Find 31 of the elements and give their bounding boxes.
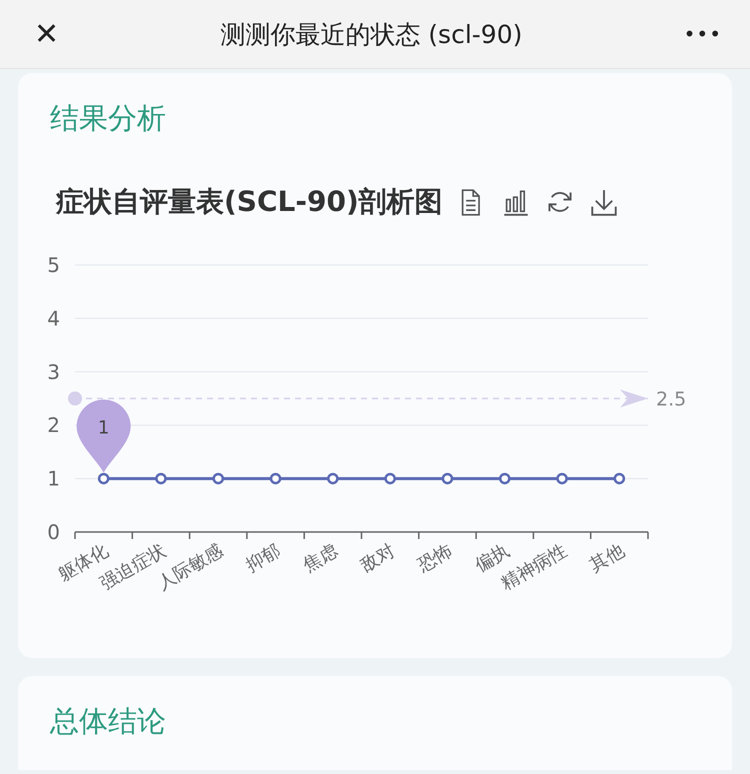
axis-label: 5 (47, 253, 60, 277)
axis-label: 其他 (586, 540, 628, 576)
axis-label: 3 (47, 360, 60, 384)
axis-label: 0 (47, 520, 60, 544)
axis-label: 2 (47, 413, 60, 438)
axis-label: 恐怖 (414, 540, 456, 576)
pin-value: 1 (98, 418, 110, 439)
data-point (499, 472, 510, 484)
more-button[interactable]: ••• (680, 22, 726, 46)
data-point (327, 472, 339, 484)
bar-chart-icon[interactable] (502, 188, 529, 216)
download-icon[interactable] (590, 188, 617, 216)
data-point (270, 472, 282, 484)
section-heading: 结果分析 (50, 100, 167, 137)
axis-label: 敌对 (356, 540, 399, 576)
chart-title: 症状自评量表(SCL-90)剖析图 (56, 184, 443, 220)
data-point (98, 472, 110, 484)
average-value: 2.5 (656, 388, 686, 410)
axis-label: 抑郁 (242, 540, 284, 576)
data-point (384, 472, 396, 484)
page-title: 测测你最近的状态 (scl-90) (220, 18, 522, 50)
axis-label: 4 (47, 306, 60, 330)
data-point (556, 472, 568, 484)
data-point (614, 472, 626, 484)
data-point (442, 472, 454, 484)
section-heading: 总体结论 (50, 703, 167, 740)
close-button[interactable]: ✕ (30, 16, 64, 52)
data-point (212, 472, 224, 484)
data-point (155, 472, 167, 484)
axis-label: 1 (47, 466, 60, 491)
axis-label: 焦虑 (300, 540, 342, 576)
